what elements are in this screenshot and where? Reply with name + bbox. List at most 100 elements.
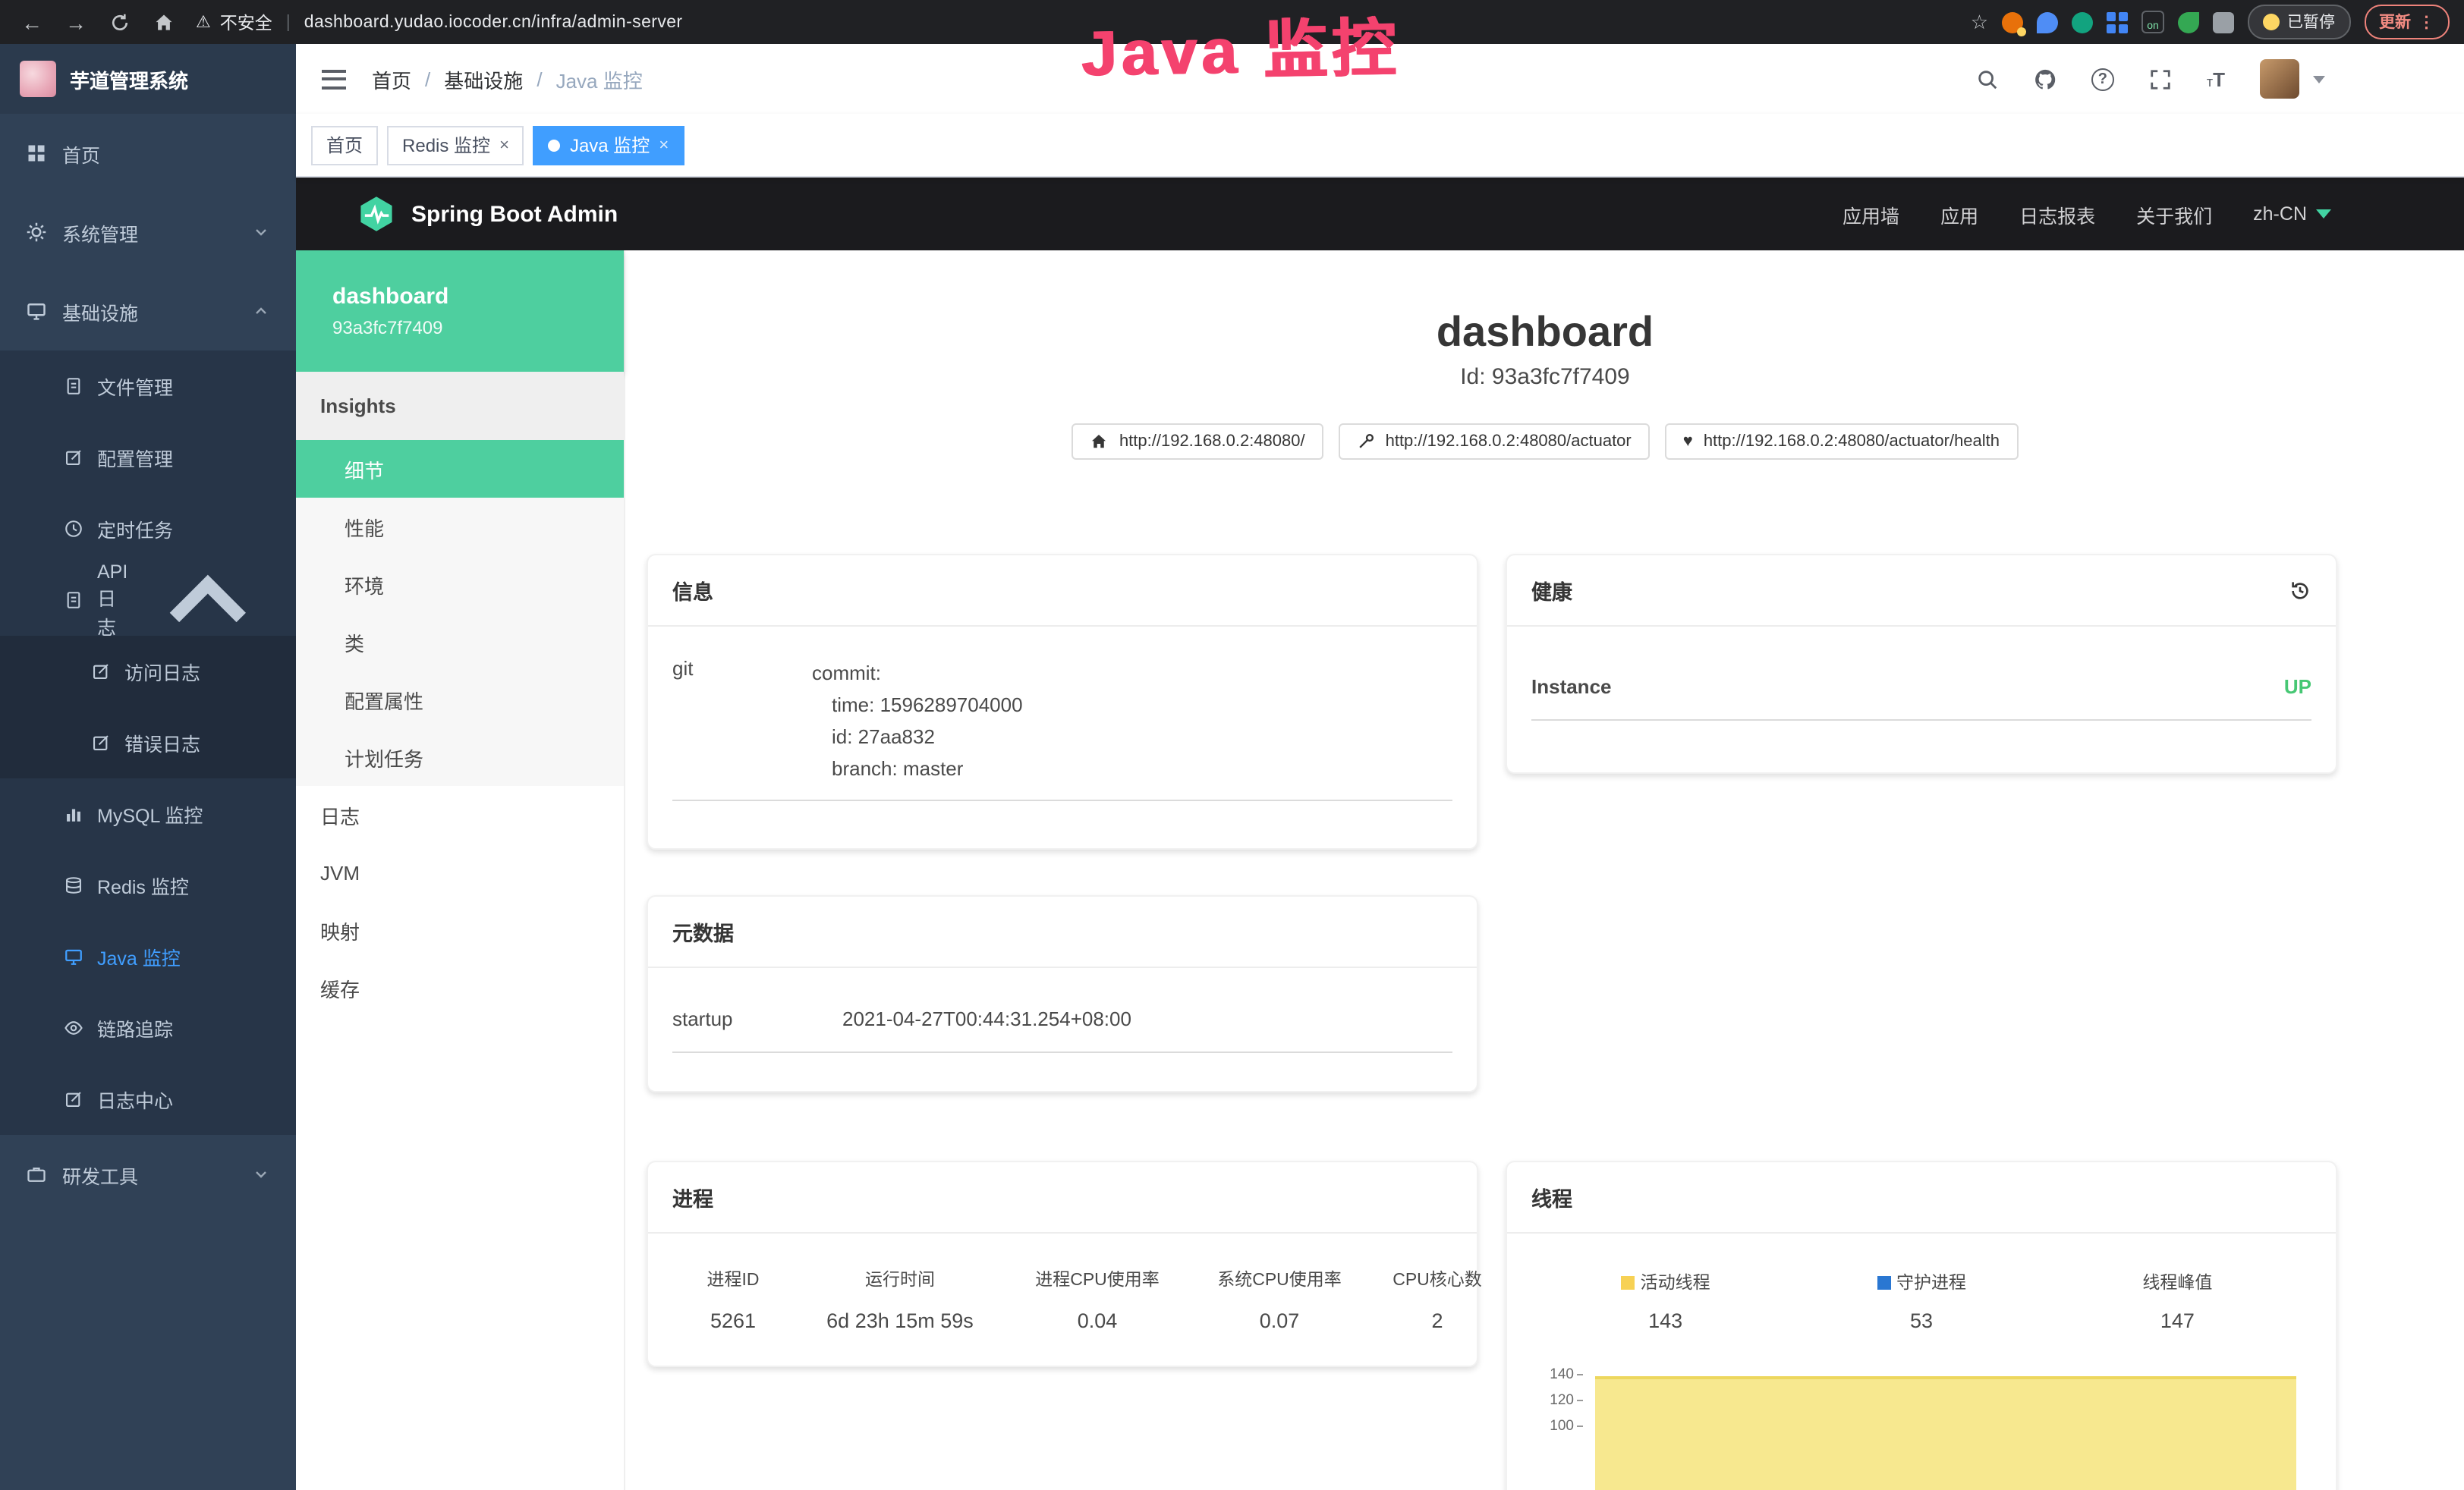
- devtools-icon: [26, 1164, 47, 1185]
- threads-legend: 活动线程 143 守护进程 53 线程峰值 147: [1531, 1246, 2311, 1332]
- sba-nav-journal[interactable]: 日志报表: [2019, 200, 2095, 228]
- sidebar-item-label: 文件管理: [97, 372, 173, 401]
- back-button[interactable]: ←: [21, 10, 42, 34]
- sidebar-item-tracing[interactable]: 链路追踪: [0, 992, 296, 1064]
- tags-bar: 首页 Redis 监控 × Java 监控 ×: [296, 114, 2464, 178]
- avatar[interactable]: [2260, 59, 2299, 99]
- sba-item-config-props[interactable]: 配置属性: [296, 671, 624, 728]
- health-row-label: Instance: [1531, 675, 1612, 698]
- sba-nav-about[interactable]: 关于我们: [2136, 200, 2212, 228]
- sba-item-label: 配置属性: [345, 685, 423, 714]
- app-logo: [20, 61, 56, 97]
- fullscreen-icon[interactable]: [2149, 68, 2172, 90]
- extension-fox-icon[interactable]: [2002, 11, 2023, 33]
- sidebar-item-error-logs[interactable]: 错误日志: [0, 707, 296, 778]
- sba-section-insights[interactable]: Insights: [296, 372, 624, 440]
- breadcrumb-home[interactable]: 首页: [372, 64, 411, 93]
- legend-value: 147: [2050, 1309, 2305, 1332]
- health-url-button[interactable]: ♥ http://192.168.0.2:48080/actuator/heal…: [1665, 423, 2018, 460]
- github-icon[interactable]: [2034, 68, 2056, 90]
- sba-item-mappings[interactable]: 映射: [296, 901, 624, 959]
- hamburger-icon[interactable]: [296, 69, 372, 89]
- sba-item-classes[interactable]: 类: [296, 613, 624, 671]
- health-url-label: http://192.168.0.2:48080/actuator/health: [1704, 432, 2000, 451]
- y-tick: 120: [1550, 1392, 1574, 1409]
- sba-nav-applications[interactable]: 应用: [1940, 200, 1978, 228]
- infrastructure-icon: [26, 300, 47, 322]
- service-url-button[interactable]: http://192.168.0.2:48080/: [1072, 423, 1323, 460]
- app-logo-row[interactable]: 芋道管理系统: [0, 44, 296, 114]
- sba-item-logs[interactable]: 日志: [296, 786, 624, 844]
- sba-section-label: Insights: [320, 395, 396, 417]
- app-title: 芋道管理系统: [70, 64, 188, 93]
- sba-item-jvm[interactable]: JVM: [296, 844, 624, 901]
- git-id-line: id: 27aa832: [812, 721, 1023, 753]
- sidebar-item-label: 基础设施: [62, 297, 138, 325]
- api-log-icon: [64, 590, 83, 610]
- sidebar-item-home[interactable]: 首页: [0, 114, 296, 193]
- address-bar[interactable]: ⚠ 不安全 | dashboard.yudao.iocoder.cn/infra…: [196, 10, 683, 34]
- search-icon[interactable]: [1976, 68, 1999, 90]
- sba-instance-id: 93a3fc7f7409: [332, 317, 624, 338]
- tab-redis-monitor[interactable]: Redis 监控 ×: [387, 125, 524, 165]
- mysql-icon: [64, 804, 83, 824]
- sidebar-item-file-mgmt[interactable]: 文件管理: [0, 350, 296, 422]
- sba-item-scheduled-tasks[interactable]: 计划任务: [296, 728, 624, 786]
- sidebar-item-devtools[interactable]: 研发工具: [0, 1135, 296, 1214]
- sidebar-item-java-monitor[interactable]: Java 监控: [0, 921, 296, 992]
- breadcrumb-infrastructure[interactable]: 基础设施: [444, 64, 523, 93]
- actuator-url-button[interactable]: http://192.168.0.2:48080/actuator: [1339, 423, 1650, 460]
- sba-item-label: 计划任务: [345, 743, 423, 772]
- metadata-card: 元数据 startup 2021-04-27T00:44:31.254+08:0…: [647, 895, 1478, 1092]
- paused-badge[interactable]: 已暂停: [2248, 5, 2350, 39]
- font-size-icon[interactable]: тT: [2207, 68, 2225, 90]
- sba-instance-header[interactable]: dashboard 93a3fc7f7409: [296, 250, 624, 372]
- sidebar-item-config-mgmt[interactable]: 配置管理: [0, 422, 296, 493]
- close-icon[interactable]: ×: [499, 136, 509, 154]
- bookmark-star-icon[interactable]: ☆: [1971, 10, 1988, 34]
- sba-nav-wallboard[interactable]: 应用墙: [1842, 200, 1899, 228]
- tab-home[interactable]: 首页: [311, 125, 378, 165]
- sidebar-item-api-logs[interactable]: API 日志: [0, 564, 296, 636]
- sba-locale-select[interactable]: zh-CN: [2253, 203, 2331, 225]
- sidebar-item-system-mgmt[interactable]: 系统管理: [0, 193, 296, 272]
- extension-grid-icon[interactable]: [2107, 11, 2128, 33]
- forward-button[interactable]: →: [65, 10, 87, 34]
- sba-main: dashboard Id: 93a3fc7f7409 http://192.16…: [625, 250, 2464, 1490]
- extension-misc-icon[interactable]: [2213, 11, 2234, 33]
- sidebar-item-redis-monitor[interactable]: Redis 监控: [0, 850, 296, 921]
- extension-sync-icon[interactable]: [2072, 11, 2093, 33]
- update-button[interactable]: 更新 ⋮: [2364, 5, 2450, 39]
- close-icon[interactable]: ×: [659, 136, 669, 154]
- tab-java-monitor[interactable]: Java 监控 ×: [533, 125, 684, 165]
- info-row-git: git commit: time: 1596289704000 id: 27aa…: [672, 639, 1452, 801]
- sidebar-item-infrastructure[interactable]: 基础设施: [0, 272, 296, 350]
- sba-item-metrics[interactable]: 性能: [296, 498, 624, 555]
- chevron-up-icon: [252, 302, 270, 320]
- process-card-header: 进程: [648, 1162, 1477, 1234]
- extension-leaf-icon[interactable]: [2178, 11, 2199, 33]
- font-size-small: т: [2207, 74, 2213, 89]
- sidebar-item-label: Redis 监控: [97, 871, 189, 900]
- sba-sidebar: dashboard 93a3fc7f7409 Insights 细节 性能 环境…: [296, 250, 625, 1490]
- sidebar-item-mysql-monitor[interactable]: MySQL 监控: [0, 778, 296, 850]
- home-icon: [1090, 432, 1109, 451]
- browser-home-button[interactable]: [153, 11, 175, 33]
- history-icon[interactable]: [2289, 579, 2311, 602]
- security-label: 不安全: [220, 10, 272, 34]
- extension-on-badge[interactable]: on: [2141, 11, 2164, 33]
- sidebar-item-label: 日志中心: [97, 1085, 173, 1114]
- sidebar-item-label: 研发工具: [62, 1160, 138, 1189]
- reload-button[interactable]: [109, 11, 131, 33]
- sba-nav-items: 应用墙 应用 日志报表 关于我们 zh-CN: [1842, 200, 2464, 228]
- sba-brand[interactable]: Spring Boot Admin: [296, 194, 618, 234]
- help-icon[interactable]: ?: [2091, 68, 2114, 90]
- avatar-caret-icon[interactable]: [2313, 75, 2325, 83]
- sba-item-details[interactable]: 细节: [296, 440, 624, 498]
- sidebar-item-log-center[interactable]: 日志中心: [0, 1064, 296, 1135]
- y-tick: 100: [1550, 1418, 1574, 1435]
- sba-item-environment[interactable]: 环境: [296, 555, 624, 613]
- extension-drop-icon[interactable]: [2037, 11, 2058, 33]
- card-title: 进程: [672, 1182, 713, 1212]
- sba-item-caches[interactable]: 缓存: [296, 959, 624, 1017]
